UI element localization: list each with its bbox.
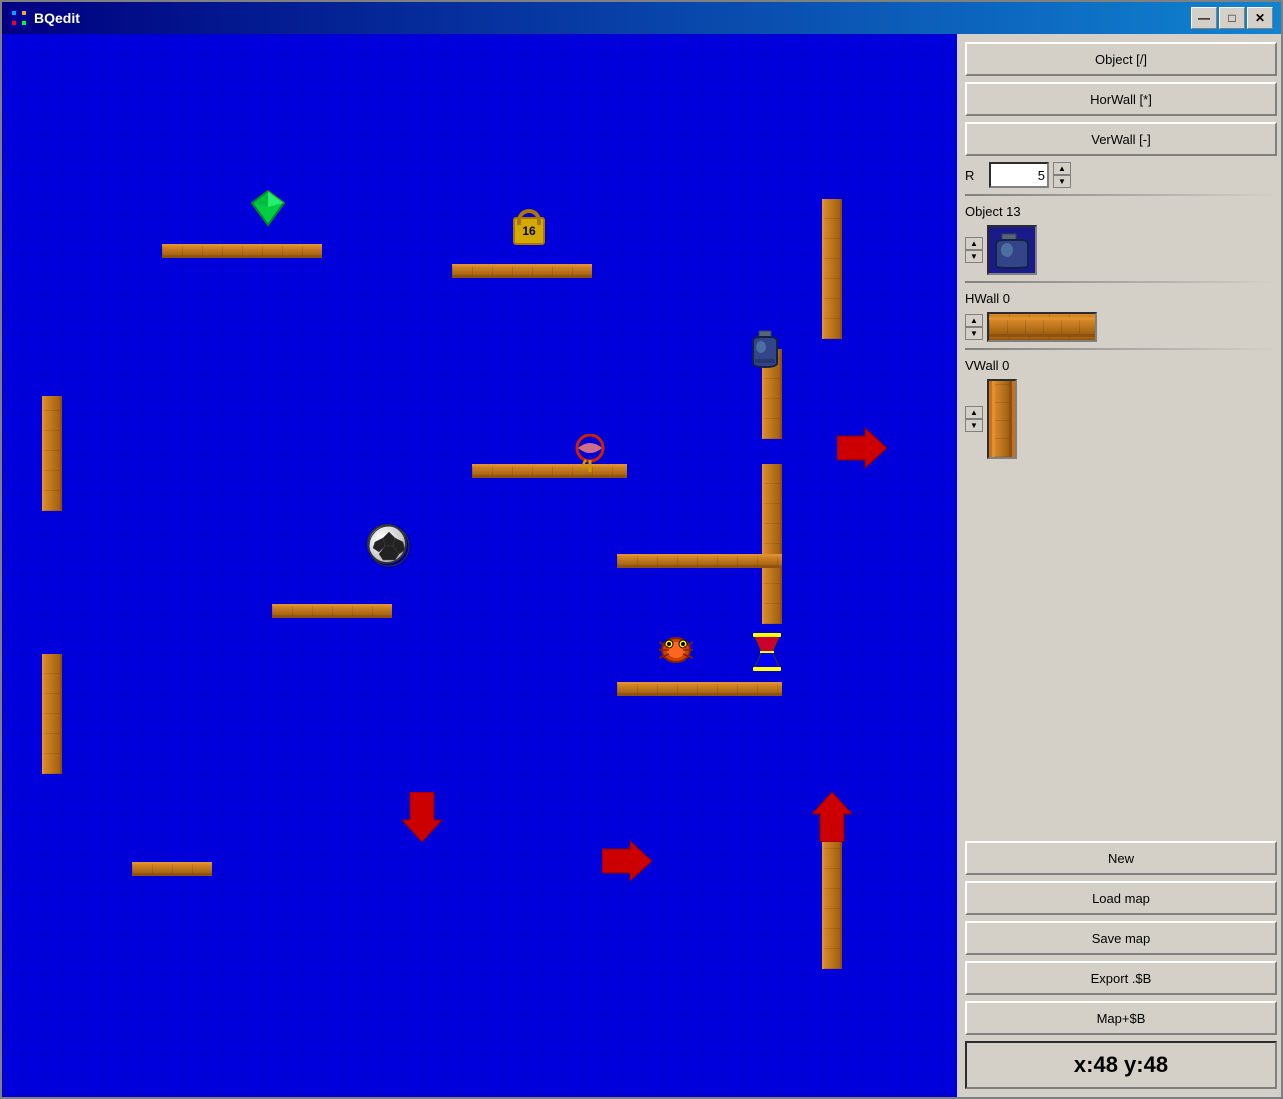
horwall-button[interactable]: HorWall [*]: [965, 82, 1277, 116]
platform-corner-2: [617, 682, 639, 696]
r-spin-up[interactable]: ▲: [1053, 162, 1071, 175]
coordinates-display: x:48 y:48: [965, 1041, 1277, 1089]
platform-4: [272, 604, 392, 618]
r-input[interactable]: [989, 162, 1049, 188]
object-spinners: ▲ ▼: [965, 237, 983, 263]
arrow-right-1: [837, 426, 887, 473]
new-button[interactable]: New: [965, 841, 1277, 875]
lock-object: 16: [507, 209, 551, 257]
export-button[interactable]: Export .$B: [965, 961, 1277, 995]
object-preview: [987, 225, 1037, 275]
platform-6: [617, 682, 782, 696]
vwall-2: [762, 464, 782, 624]
close-button[interactable]: ✕: [1247, 7, 1273, 29]
arrow-up-1: [810, 792, 854, 845]
platform-corner-1: [617, 554, 782, 568]
map-button[interactable]: Map+$B: [965, 1001, 1277, 1035]
vwall-4: [822, 199, 842, 339]
r-control-row: R ▲ ▼: [965, 162, 1277, 188]
spider-object: [655, 632, 697, 671]
vwall-label: VWall 0: [965, 358, 1277, 373]
maximize-button[interactable]: □: [1219, 7, 1245, 29]
vwall-spin-up[interactable]: ▲: [965, 406, 983, 419]
hwall-spinners: ▲ ▼: [965, 314, 983, 340]
vwall-preview-row: ▲ ▼: [965, 379, 1277, 459]
potion-object: [747, 329, 783, 372]
minimize-button[interactable]: —: [1191, 7, 1217, 29]
vwall-3: [42, 396, 62, 511]
r-spin-down[interactable]: ▼: [1053, 175, 1071, 188]
main-content: 16: [2, 34, 1281, 1097]
object-preview-row: ▲ ▼: [965, 225, 1277, 275]
vwall-6: [42, 654, 62, 774]
hwall-preview: [987, 312, 1097, 342]
platform-5: [132, 862, 212, 876]
candy-object: [574, 434, 606, 475]
hwall-preview-row: ▲ ▼: [965, 312, 1277, 342]
ball-object: [367, 524, 407, 564]
hwall-spin-up[interactable]: ▲: [965, 314, 983, 327]
game-canvas[interactable]: 16: [2, 34, 957, 1097]
platform-2: [452, 264, 592, 278]
object-spin-up[interactable]: ▲: [965, 237, 983, 250]
divider-3: [965, 348, 1277, 350]
object-spin-down[interactable]: ▼: [965, 250, 983, 263]
vwall-spinners: ▲ ▼: [965, 406, 983, 432]
object-button[interactable]: Object [/]: [965, 42, 1277, 76]
coords-text: x:48 y:48: [1074, 1052, 1168, 1078]
hourglass-object: [750, 632, 784, 675]
divider-1: [965, 194, 1277, 196]
app-icon: [10, 9, 28, 27]
title-bar: BQedit — □ ✕: [2, 2, 1281, 34]
gem-object: [248, 189, 288, 230]
load-map-button[interactable]: Load map: [965, 881, 1277, 915]
arrow-right-2: [602, 839, 652, 886]
window-controls: — □ ✕: [1191, 7, 1273, 29]
arrow-down-1: [400, 792, 444, 845]
verwall-button[interactable]: VerWall [-]: [965, 122, 1277, 156]
hwall-label: HWall 0: [965, 291, 1277, 306]
vwall-preview: [987, 379, 1017, 459]
main-window: BQedit — □ ✕: [0, 0, 1283, 1099]
sidebar: Object [/] HorWall [*] VerWall [-] R ▲ ▼…: [957, 34, 1281, 1097]
vwall-spin-down[interactable]: ▼: [965, 419, 983, 432]
r-label: R: [965, 168, 985, 183]
r-spinners: ▲ ▼: [1053, 162, 1071, 188]
divider-2: [965, 281, 1277, 283]
save-map-button[interactable]: Save map: [965, 921, 1277, 955]
object-label: Object 13: [965, 204, 1277, 219]
hwall-spin-down[interactable]: ▼: [965, 327, 983, 340]
window-title: BQedit: [34, 10, 1191, 26]
platform-1: [162, 244, 322, 258]
